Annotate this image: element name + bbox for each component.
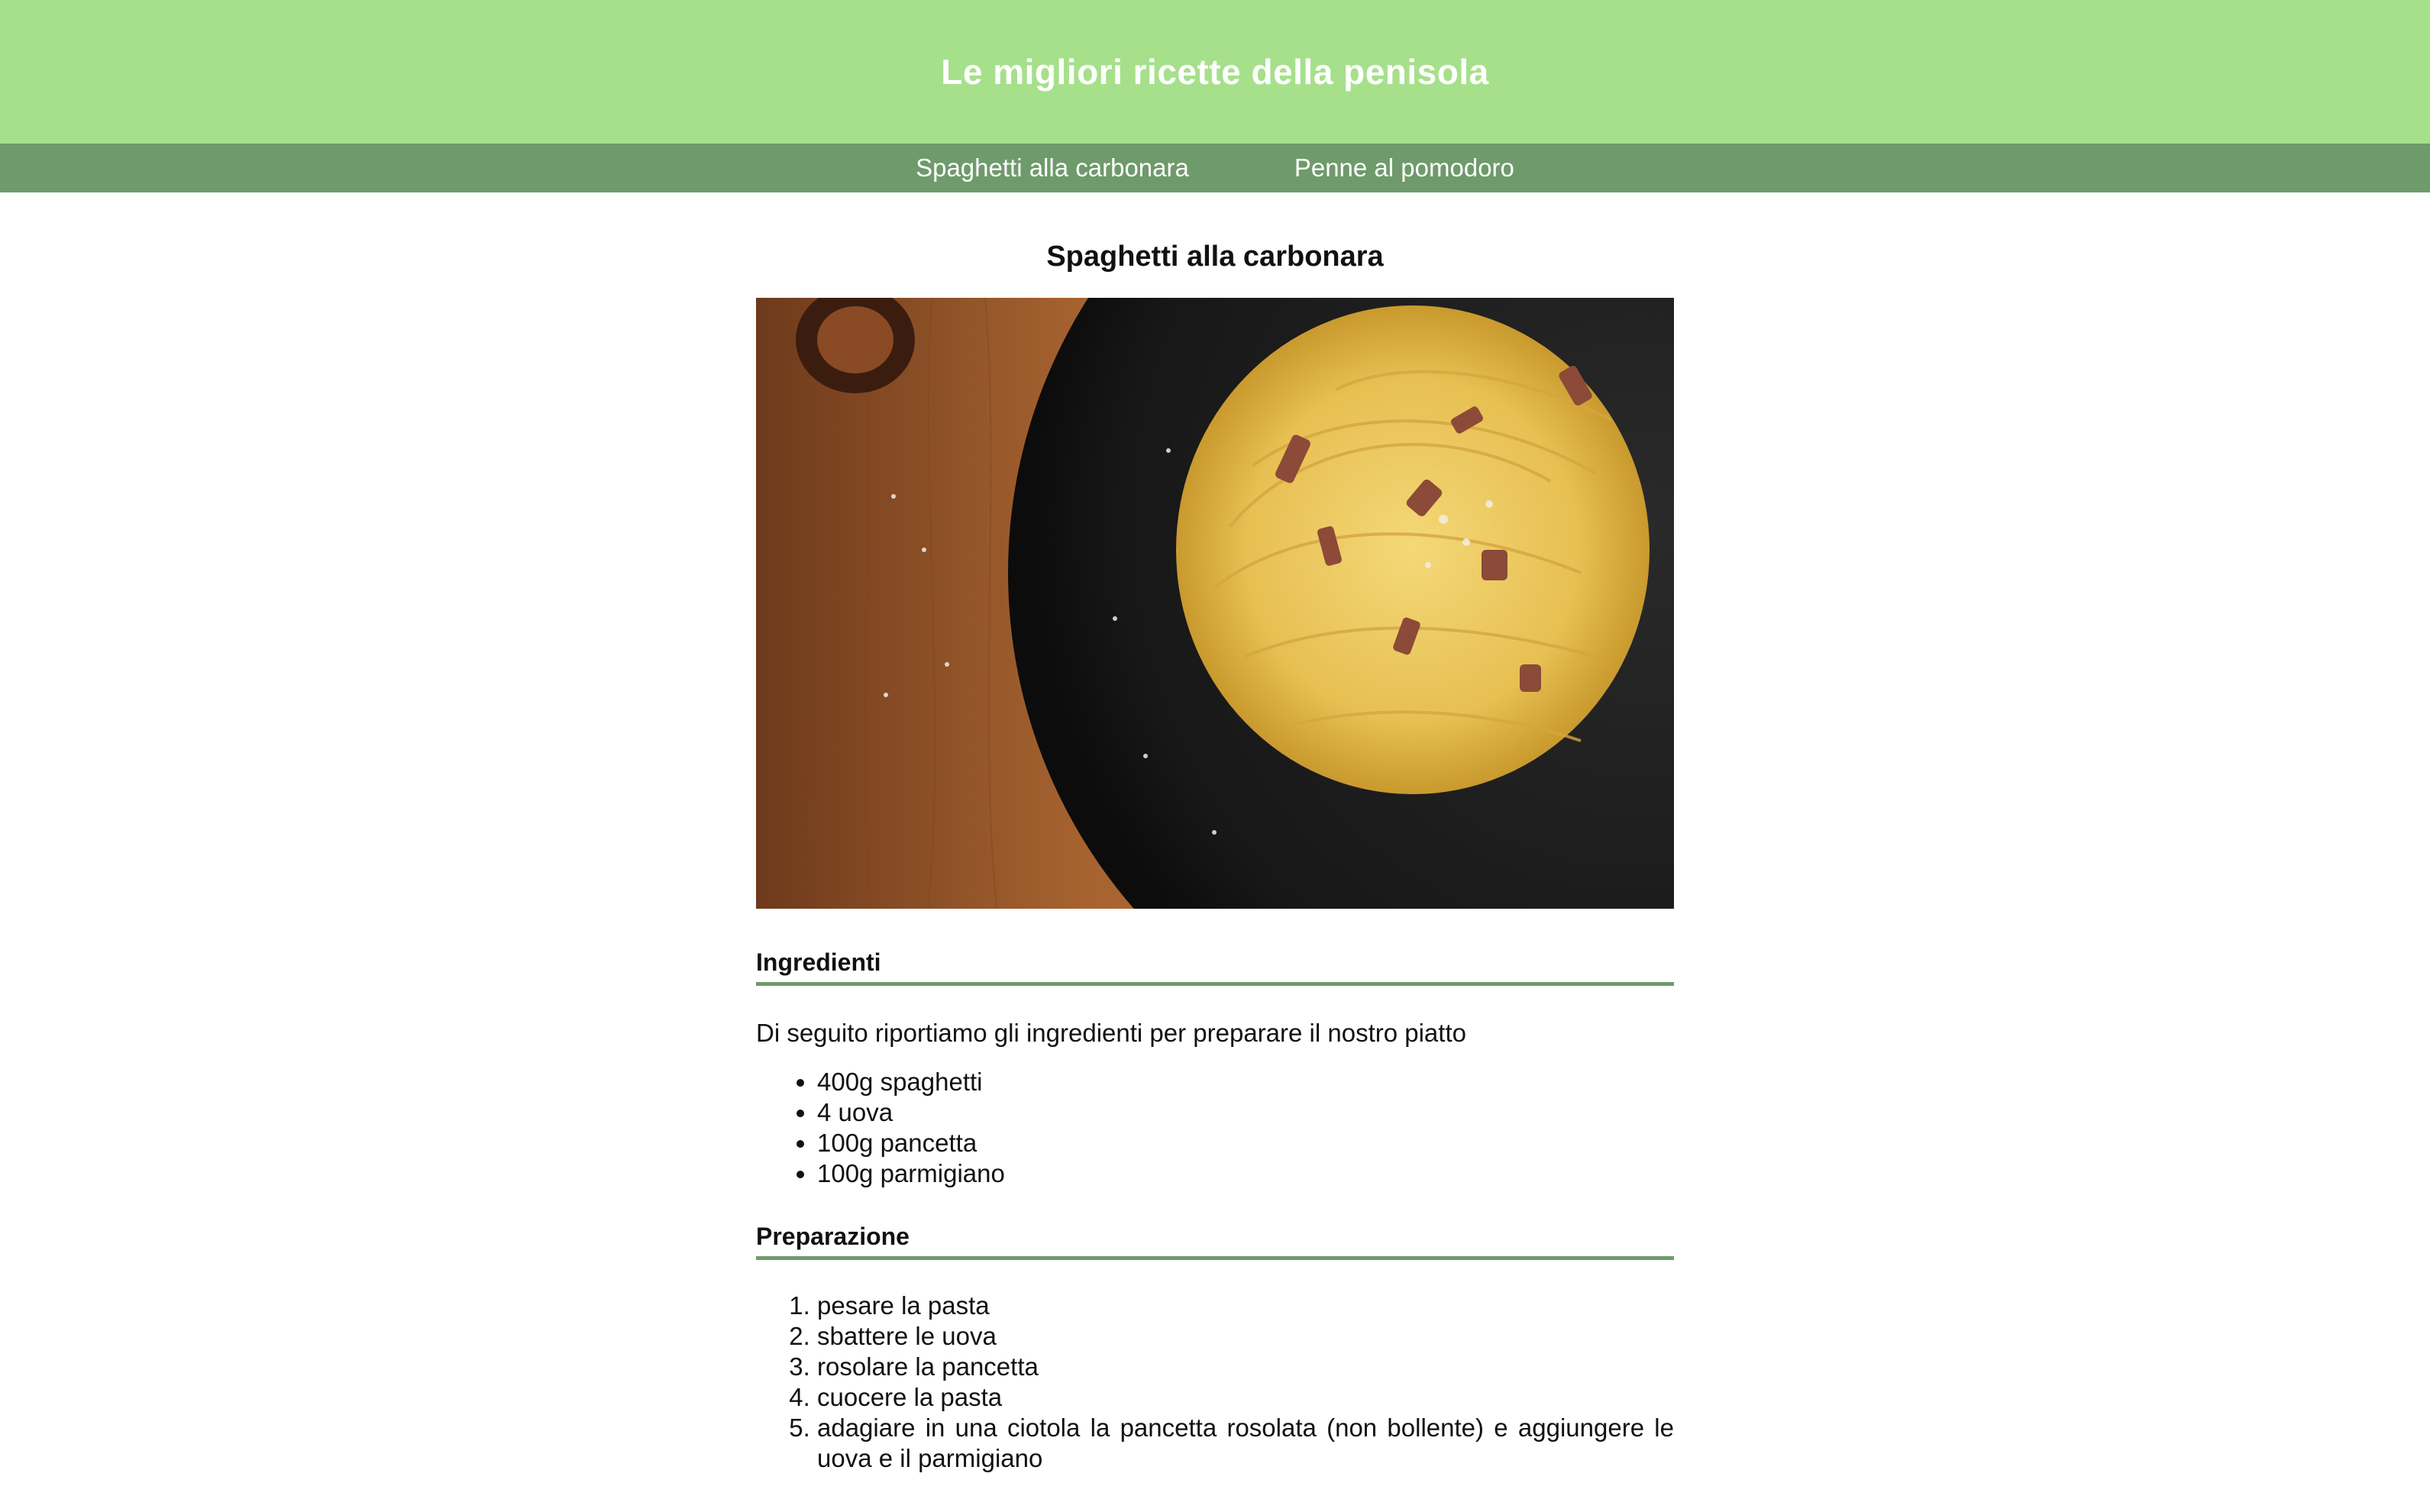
ingredients-heading: Ingredienti (756, 947, 1674, 986)
nav-link-pomodoro[interactable]: Penne al pomodoro (1294, 153, 1514, 183)
step-item: pesare la pasta (817, 1291, 1674, 1321)
site-header: Le migliori ricette della penisola (0, 0, 2430, 144)
ingredient-item: 4 uova (817, 1097, 1674, 1128)
step-item: sbattere le uova (817, 1321, 1674, 1352)
main-nav: Spaghetti alla carbonara Penne al pomodo… (0, 144, 2430, 192)
ingredient-item: 400g spaghetti (817, 1067, 1674, 1097)
step-list: pesare la pasta sbattere le uova rosolar… (756, 1291, 1674, 1474)
recipe-title: Spaghetti alla carbonara (1046, 241, 1384, 273)
step-item: cuocere la pasta (817, 1382, 1674, 1413)
ingredient-list: 400g spaghetti 4 uova 100g pancetta 100g… (756, 1067, 1674, 1189)
ingredients-intro: Di seguito riportiamo gli ingredienti pe… (756, 1019, 1466, 1047)
ingredient-item: 100g pancetta (817, 1128, 1674, 1158)
step-item: rosolare la pancetta (817, 1352, 1674, 1382)
step-item: adagiare in una ciotola la pancetta roso… (817, 1413, 1674, 1474)
site-title: Le migliori ricette della penisola (941, 52, 1489, 92)
ingredient-item: 100g parmigiano (817, 1158, 1674, 1189)
carbonara-photo (756, 298, 1674, 909)
nav-link-carbonara[interactable]: Spaghetti alla carbonara (916, 153, 1189, 183)
recipe-content: Spaghetti alla carbonara Ingredienti Di … (756, 238, 1674, 1474)
preparation-heading: Preparazione (756, 1221, 1674, 1260)
